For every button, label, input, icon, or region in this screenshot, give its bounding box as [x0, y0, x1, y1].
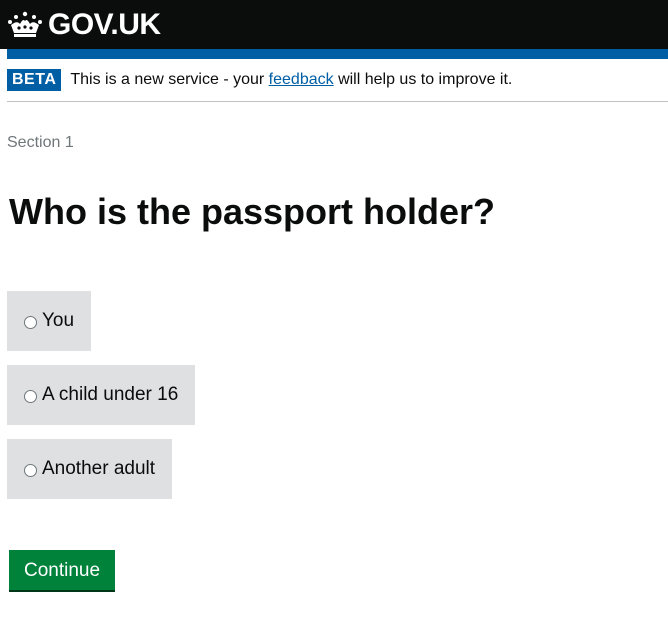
- phase-text-before: This is a new service - your: [70, 71, 265, 88]
- radio-option-you[interactable]: You: [7, 291, 92, 351]
- radio-button[interactable]: [24, 464, 37, 477]
- header-blue-bar: [7, 49, 668, 59]
- feedback-link[interactable]: feedback: [269, 71, 334, 88]
- phase-banner-text: This is a new service - your feedback wi…: [70, 71, 512, 89]
- logo-text: GOV.UK: [48, 7, 161, 41]
- page-title: Who is the passport holder?: [9, 191, 496, 232]
- radio-label: You: [42, 310, 75, 331]
- crown-icon: [7, 11, 43, 39]
- continue-button[interactable]: Continue: [9, 550, 116, 590]
- beta-tag: BETA: [7, 69, 62, 91]
- phase-banner: BETA This is a new service - your feedba…: [7, 59, 668, 102]
- radio-option-child-under-16[interactable]: A child under 16: [7, 365, 196, 425]
- radio-button[interactable]: [24, 316, 37, 329]
- global-header: GOV.UK: [0, 0, 668, 49]
- radio-label: Another adult: [42, 458, 156, 479]
- section-caption: Section 1: [7, 134, 74, 151]
- radio-label: A child under 16: [42, 384, 179, 405]
- main-content: Section 1 Who is the passport holder? Yo…: [7, 133, 668, 590]
- radio-group: You A child under 16 Another adult: [7, 291, 668, 513]
- govuk-logo-link[interactable]: GOV.UK: [7, 7, 161, 41]
- radio-button[interactable]: [24, 390, 37, 403]
- phase-text-after: will help us to improve it.: [338, 71, 513, 88]
- radio-option-another-adult[interactable]: Another adult: [7, 439, 173, 499]
